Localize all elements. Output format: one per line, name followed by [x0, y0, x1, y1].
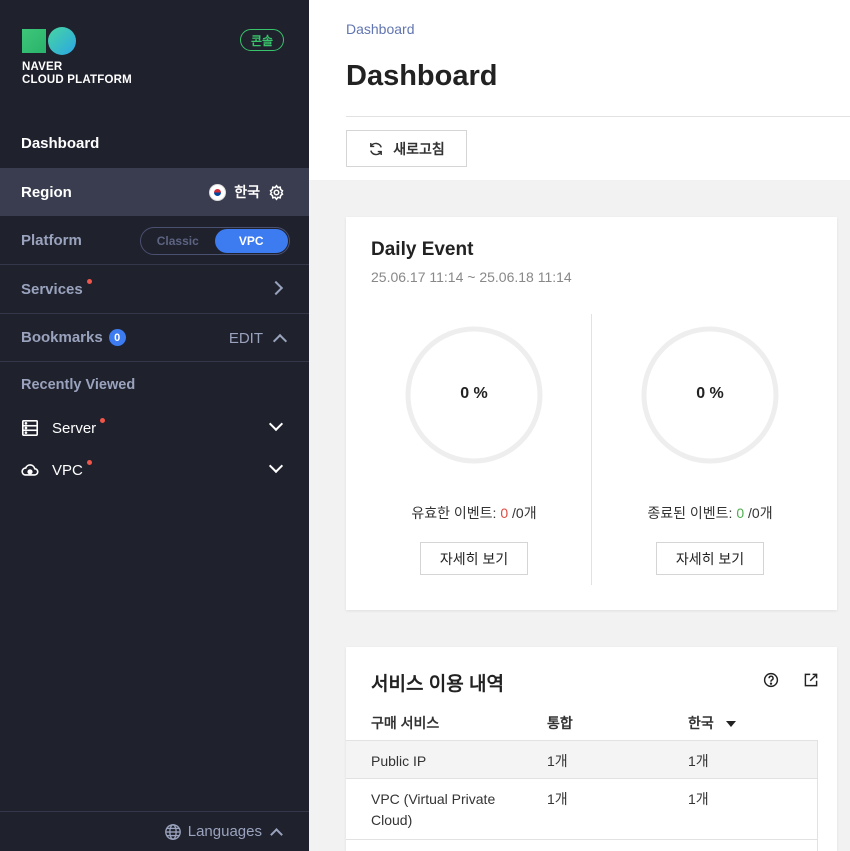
- logo-text: NAVER CLOUD PLATFORM: [22, 61, 132, 86]
- vpc-cloud-icon: [21, 464, 39, 476]
- globe-icon: [164, 823, 181, 840]
- ended-event-percent: 0 %: [696, 385, 724, 402]
- gear-icon[interactable]: [268, 183, 285, 201]
- table-row[interactable]: Public IP 1개 1개: [346, 741, 817, 779]
- column-header-service: 구매 서비스: [371, 715, 440, 731]
- chevron-up-icon[interactable]: [272, 333, 288, 348]
- table-row[interactable]: VPC (Virtual Private Cloud) 1개 1개: [346, 779, 817, 840]
- column-header-region[interactable]: 한국: [688, 713, 736, 733]
- recent-item-vpc[interactable]: VPC: [0, 449, 309, 491]
- column-header-total: 통합: [547, 715, 573, 731]
- service-usage-title: 서비스 이용 내역: [371, 674, 504, 695]
- chevron-down-icon[interactable]: [268, 416, 284, 432]
- usage-table: Public IP 1개 1개 VPC (Virtual Private Clo…: [346, 740, 817, 840]
- valid-event-percent: 0 %: [460, 385, 488, 402]
- ended-event-detail-button[interactable]: 자세히 보기: [656, 542, 764, 575]
- korea-flag-icon: [209, 183, 227, 201]
- sidebar-item-platform: Platform Classic VPC: [0, 216, 309, 265]
- daily-event-title: Daily Event: [371, 239, 474, 260]
- region-label: Region: [21, 183, 72, 201]
- languages-label: Languages: [187, 823, 262, 840]
- bookmarks-label: Bookmarks: [21, 329, 103, 346]
- sidebar-item-services[interactable]: Services: [0, 265, 309, 314]
- sidebar-item-label: Dashboard: [21, 134, 100, 152]
- help-icon[interactable]: [763, 672, 779, 688]
- refresh-button[interactable]: 새로고침: [346, 130, 467, 167]
- recent-item-server[interactable]: Server: [0, 407, 309, 449]
- logo-mark: [22, 27, 132, 55]
- cell-service: VPC (Virtual Private Cloud): [371, 791, 496, 828]
- caret-down-icon: [725, 721, 736, 727]
- cell-service: Public IP: [371, 753, 427, 769]
- bookmarks-count-badge: 0: [108, 329, 126, 346]
- sidebar-item-region[interactable]: Region 한국: [0, 168, 309, 216]
- platform-option-classic[interactable]: Classic: [141, 234, 215, 248]
- external-link-icon[interactable]: [803, 672, 819, 688]
- recent-item-label: VPC: [52, 461, 83, 479]
- bookmarks-edit-button[interactable]: EDIT: [229, 330, 263, 347]
- server-icon: [21, 419, 39, 437]
- platform-label: Platform: [21, 231, 82, 249]
- recently-viewed-heading: Recently Viewed: [0, 363, 309, 407]
- new-indicator-dot: [100, 417, 106, 423]
- chevron-up-icon: [270, 827, 283, 841]
- table-scrollbar[interactable]: [817, 740, 837, 851]
- services-label: Services: [21, 280, 83, 298]
- breadcrumb[interactable]: Dashboard: [346, 21, 415, 37]
- refresh-label: 새로고침: [393, 140, 445, 157]
- recent-item-label: Server: [52, 419, 97, 437]
- new-indicator-dot: [86, 459, 92, 465]
- page-title: Dashboard: [346, 60, 498, 92]
- daily-event-range: 25.06.17 11:14 ~ 25.06.18 11:14: [371, 269, 572, 285]
- page-header: Dashboard Dashboard 새로고침: [309, 0, 850, 180]
- refresh-icon: [370, 142, 383, 155]
- platform-option-vpc[interactable]: VPC: [214, 229, 288, 253]
- cell-total: 1개: [547, 791, 568, 807]
- cell-korea: 1개: [688, 791, 709, 807]
- console-badge[interactable]: 콘솔: [240, 29, 284, 51]
- languages-button[interactable]: Languages: [0, 811, 309, 851]
- sidebar-item-dashboard[interactable]: Dashboard: [0, 120, 309, 166]
- chevron-down-icon[interactable]: [268, 458, 284, 474]
- daily-event-card: Daily Event 25.06.17 11:14 ~ 25.06.18 11…: [346, 217, 837, 610]
- service-usage-card: 서비스 이용 내역 구매 서비스 통합 한국 Public IP 1개 1개 V…: [346, 647, 837, 851]
- valid-event-summary: 유효한 이벤트: 0 /0개: [411, 505, 537, 521]
- ended-event-summary: 종료된 이벤트: 0 /0개: [647, 505, 773, 521]
- chevron-right-icon: [268, 280, 284, 296]
- sidebar: NAVER CLOUD PLATFORM 콘솔 Dashboard Region…: [0, 0, 309, 851]
- region-value: 한국: [234, 184, 260, 200]
- new-indicator-dot: [86, 278, 92, 284]
- cell-total: 1개: [547, 753, 568, 769]
- card-divider: [591, 314, 592, 585]
- recently-viewed-label: Recently Viewed: [21, 377, 136, 393]
- header-divider: [346, 116, 850, 117]
- cell-korea: 1개: [688, 753, 709, 769]
- naver-cloud-logo[interactable]: NAVER CLOUD PLATFORM: [22, 27, 132, 87]
- sidebar-item-bookmarks[interactable]: Bookmarks 0 EDIT: [0, 314, 309, 362]
- platform-toggle[interactable]: Classic VPC: [140, 227, 290, 255]
- valid-event-detail-button[interactable]: 자세히 보기: [420, 542, 528, 575]
